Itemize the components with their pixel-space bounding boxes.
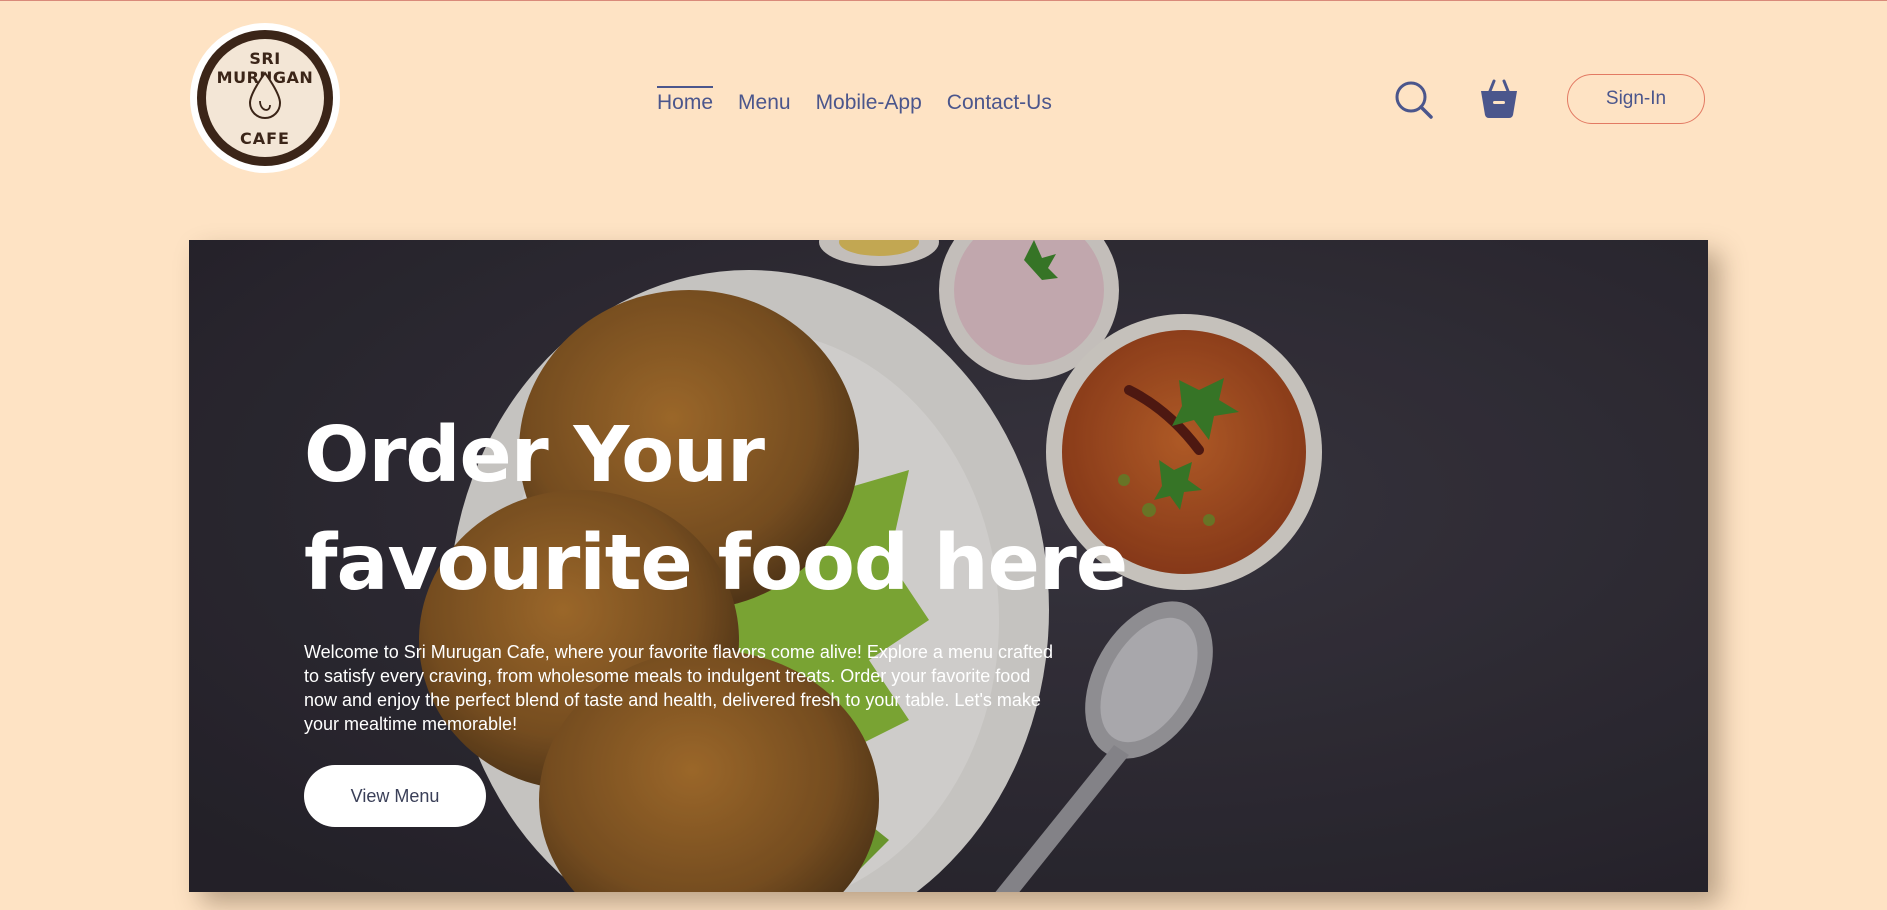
- view-menu-button[interactable]: View Menu: [304, 765, 486, 827]
- search-icon[interactable]: [1394, 80, 1434, 120]
- site-header: SRI MURUGAN CAFE Home Menu Mobile-App Co…: [0, 0, 1887, 200]
- cafe-logo[interactable]: SRI MURUGAN CAFE: [190, 23, 340, 173]
- hero-banner: Order Your favourite food here Welcome t…: [189, 240, 1708, 892]
- main-nav: Home Menu Mobile-App Contact-Us: [657, 84, 1052, 118]
- logo-ring: SRI MURUGAN CAFE: [197, 30, 333, 166]
- hero-title: Order Your favourite food here: [304, 402, 1204, 618]
- hero-description: Welcome to Sri Murugan Cafe, where your …: [304, 642, 1053, 734]
- nav-item-home[interactable]: Home: [657, 86, 714, 115]
- nav-item-contact-us[interactable]: Contact-Us: [947, 87, 1052, 115]
- hero-title-line-2: favourite food here: [304, 519, 1128, 608]
- nav-item-mobile-app[interactable]: Mobile-App: [816, 87, 922, 115]
- hero-title-line-1: Order Your: [304, 411, 765, 500]
- nav-item-menu[interactable]: Menu: [738, 87, 791, 115]
- basket-icon[interactable]: [1478, 77, 1520, 119]
- logo-core: SRI MURUGAN CAFE: [206, 39, 324, 157]
- coffee-drop-icon: [248, 71, 282, 119]
- sign-in-button[interactable]: Sign-In: [1567, 74, 1705, 124]
- logo-text-bottom: CAFE: [240, 129, 290, 148]
